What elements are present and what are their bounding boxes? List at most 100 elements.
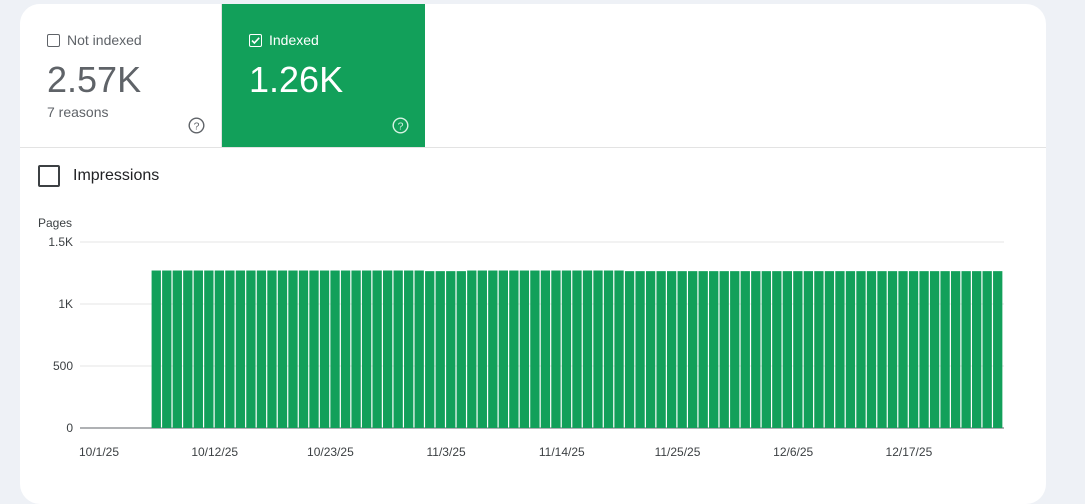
- indexed-count: 1.26K: [249, 59, 344, 100]
- bar[interactable]: [582, 270, 593, 428]
- bar[interactable]: [204, 270, 214, 428]
- bar[interactable]: [972, 271, 982, 428]
- bar[interactable]: [593, 270, 603, 428]
- bar[interactable]: [456, 271, 466, 428]
- bar[interactable]: [919, 271, 929, 428]
- bar[interactable]: [330, 270, 340, 428]
- bar[interactable]: [572, 270, 582, 428]
- bar[interactable]: [309, 270, 319, 428]
- bar[interactable]: [824, 271, 835, 428]
- bar[interactable]: [488, 270, 498, 428]
- bar[interactable]: [467, 270, 477, 428]
- bar[interactable]: [214, 270, 225, 428]
- bar[interactable]: [162, 270, 172, 428]
- bar[interactable]: [372, 270, 382, 428]
- bar[interactable]: [235, 270, 246, 428]
- x-tick-label: 10/12/25: [191, 445, 238, 459]
- not-indexed-tile[interactable]: Not indexed 2.57K 7 reasons ?: [20, 4, 222, 148]
- bar[interactable]: [435, 271, 445, 428]
- bar[interactable]: [183, 270, 193, 428]
- checkbox-unchecked-icon[interactable]: [47, 33, 60, 47]
- bar[interactable]: [929, 271, 940, 428]
- indexed-header: Indexed: [249, 32, 319, 48]
- bar[interactable]: [361, 270, 372, 428]
- bar[interactable]: [698, 271, 708, 428]
- bar[interactable]: [288, 270, 298, 428]
- bar[interactable]: [835, 271, 845, 428]
- pages-bar-chart: Pages 0 500 1K 1.5K 10/1/25 10/12/25 10/23/25…: [38, 216, 1004, 459]
- bar[interactable]: [950, 271, 961, 428]
- bar[interactable]: [319, 270, 330, 428]
- bar[interactable]: [477, 270, 487, 428]
- bar[interactable]: [193, 270, 203, 428]
- bar[interactable]: [393, 270, 403, 428]
- bar[interactable]: [298, 270, 309, 428]
- bar[interactable]: [267, 270, 277, 428]
- indexed-label: Indexed: [269, 32, 319, 48]
- help-icon[interactable]: ?: [188, 117, 205, 134]
- bar[interactable]: [709, 271, 719, 428]
- bar[interactable]: [940, 271, 950, 428]
- bar[interactable]: [898, 271, 908, 428]
- bar[interactable]: [530, 270, 540, 428]
- bar[interactable]: [509, 270, 519, 428]
- x-tick-label: 11/3/25: [427, 445, 466, 459]
- bar[interactable]: [730, 271, 740, 428]
- bar[interactable]: [656, 271, 666, 428]
- bar[interactable]: [677, 271, 687, 428]
- bar[interactable]: [772, 271, 782, 428]
- bar[interactable]: [624, 271, 635, 428]
- checkbox-checked-icon[interactable]: [249, 33, 262, 47]
- bar[interactable]: [666, 271, 677, 428]
- bar[interactable]: [887, 271, 898, 428]
- tiles-divider: [20, 147, 1046, 148]
- bar[interactable]: [561, 270, 572, 428]
- bar[interactable]: [719, 271, 729, 428]
- bar[interactable]: [645, 271, 656, 428]
- bar[interactable]: [551, 270, 561, 428]
- bar[interactable]: [519, 270, 530, 428]
- bar[interactable]: [340, 270, 351, 428]
- bar[interactable]: [425, 271, 435, 428]
- bar[interactable]: [740, 271, 750, 428]
- bar[interactable]: [404, 270, 414, 428]
- y-tick-label: 1.5K: [48, 235, 73, 249]
- bar[interactable]: [908, 271, 919, 428]
- bar[interactable]: [614, 270, 624, 428]
- bar[interactable]: [225, 270, 235, 428]
- bar[interactable]: [761, 271, 771, 428]
- indexed-tile[interactable]: Indexed 1.26K ?: [222, 4, 425, 148]
- x-tick-label: 12/17/25: [886, 445, 933, 459]
- bar[interactable]: [414, 270, 424, 428]
- bar[interactable]: [866, 271, 877, 428]
- bar[interactable]: [982, 271, 992, 428]
- help-icon[interactable]: ?: [392, 117, 409, 134]
- bar[interactable]: [172, 270, 182, 428]
- bar[interactable]: [793, 271, 803, 428]
- bar[interactable]: [803, 271, 814, 428]
- bar[interactable]: [446, 271, 456, 428]
- bar[interactable]: [845, 271, 856, 428]
- bar[interactable]: [877, 271, 887, 428]
- bar[interactable]: [151, 270, 161, 428]
- bar[interactable]: [351, 270, 361, 428]
- bar[interactable]: [277, 270, 288, 428]
- bar[interactable]: [961, 271, 971, 428]
- bar[interactable]: [751, 271, 761, 428]
- impressions-checkbox[interactable]: [38, 165, 60, 187]
- bar[interactable]: [814, 271, 824, 428]
- bar[interactable]: [688, 271, 698, 428]
- bar[interactable]: [993, 271, 1003, 428]
- bar[interactable]: [256, 270, 267, 428]
- bar[interactable]: [382, 270, 393, 428]
- bar[interactable]: [498, 270, 509, 428]
- not-indexed-count: 2.57K: [47, 59, 142, 100]
- bar[interactable]: [635, 271, 645, 428]
- bar[interactable]: [540, 270, 551, 428]
- bar[interactable]: [856, 271, 866, 428]
- bar[interactable]: [603, 270, 614, 428]
- bar[interactable]: [246, 270, 256, 428]
- bar[interactable]: [782, 271, 792, 428]
- x-tick-label: 11/25/25: [655, 445, 701, 459]
- impressions-toggle[interactable]: Impressions: [38, 165, 159, 187]
